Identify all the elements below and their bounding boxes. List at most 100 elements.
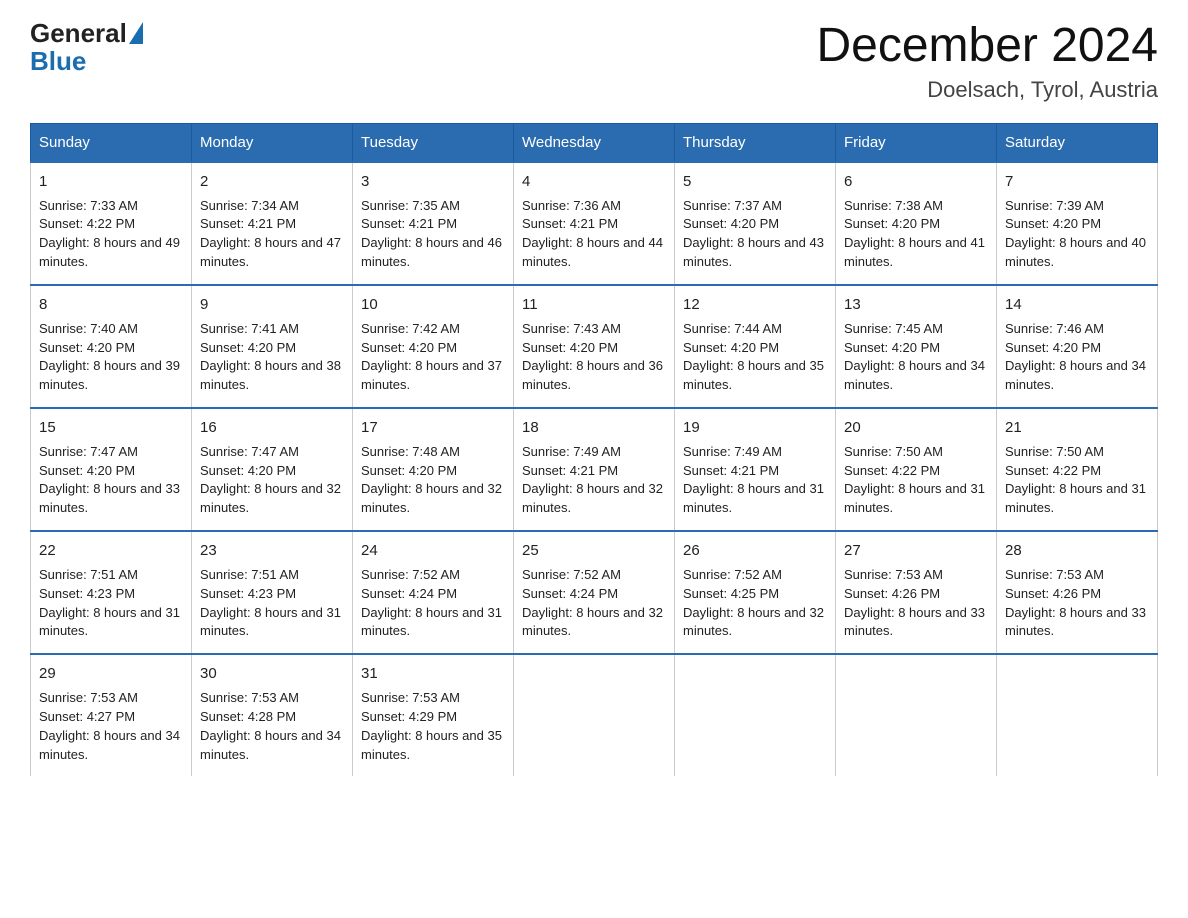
day-info: Sunrise: 7:44 AMSunset: 4:20 PMDaylight:…: [683, 320, 827, 395]
header-saturday: Saturday: [997, 123, 1158, 162]
day-number: 17: [361, 417, 505, 439]
calendar-cell-17: 17Sunrise: 7:48 AMSunset: 4:20 PMDayligh…: [353, 408, 514, 531]
calendar-cell-1: 1 Sunrise: 7:33 AMSunset: 4:22 PMDaylight…: [31, 162, 192, 285]
logo: General Blue: [30, 20, 145, 77]
calendar-cell-27: 27 Sunrise: 7:53 AMSunset: 4:26 PMDayligh…: [836, 531, 997, 654]
week-row-3: 15 Sunrise: 7:47 AMSunset: 4:20 PMDayligh…: [31, 408, 1158, 531]
day-number: 28: [1005, 540, 1149, 562]
calendar-cell-empty: [997, 654, 1158, 776]
day-number: 29: [39, 663, 183, 685]
calendar-cell-19: 19 Sunrise: 7:49 AMSunset: 4:21 PMDayligh…: [675, 408, 836, 531]
calendar-cell-12: 12Sunrise: 7:44 AMSunset: 4:20 PMDayligh…: [675, 285, 836, 408]
day-info: Sunrise: 7:36 AMSunset: 4:21 PMDaylight:…: [522, 197, 666, 272]
day-number: 26: [683, 540, 827, 562]
day-number: 19: [683, 417, 827, 439]
calendar-cell-8: 8 Sunrise: 7:40 AMSunset: 4:20 PMDaylight…: [31, 285, 192, 408]
day-number: 9: [200, 294, 344, 316]
week-row-4: 22 Sunrise: 7:51 AMSunset: 4:23 PMDayligh…: [31, 531, 1158, 654]
calendar-cell-24: 24 Sunrise: 7:52 AMSunset: 4:24 PMDayligh…: [353, 531, 514, 654]
day-info: Sunrise: 7:42 AMSunset: 4:20 PMDaylight:…: [361, 320, 505, 395]
day-number: 11: [522, 294, 666, 316]
day-info: Sunrise: 7:50 AMSunset: 4:22 PMDaylight:…: [1005, 443, 1149, 518]
day-info: Sunrise: 7:43 AMSunset: 4:20 PMDaylight:…: [522, 320, 666, 395]
day-info: Sunrise: 7:53 AMSunset: 4:26 PMDaylight:…: [844, 566, 988, 641]
day-number: 27: [844, 540, 988, 562]
day-number: 1: [39, 171, 183, 193]
calendar-cell-13: 13 Sunrise: 7:45 AMSunset: 4:20 PMDayligh…: [836, 285, 997, 408]
day-number: 4: [522, 171, 666, 193]
day-info: Sunrise: 7:41 AMSunset: 4:20 PMDaylight:…: [200, 320, 344, 395]
day-info: Sunrise: 7:53 AMSunset: 4:27 PMDaylight:…: [39, 689, 183, 764]
header-sunday: Sunday: [31, 123, 192, 162]
page-header: General Blue December 2024 Doelsach, Tyr…: [30, 20, 1158, 103]
day-number: 23: [200, 540, 344, 562]
calendar-cell-25: 25Sunrise: 7:52 AMSunset: 4:24 PMDayligh…: [514, 531, 675, 654]
day-info: Sunrise: 7:45 AMSunset: 4:20 PMDaylight:…: [844, 320, 988, 395]
day-number: 18: [522, 417, 666, 439]
day-number: 8: [39, 294, 183, 316]
calendar-cell-22: 22 Sunrise: 7:51 AMSunset: 4:23 PMDayligh…: [31, 531, 192, 654]
logo-text: General: [30, 20, 145, 46]
day-number: 30: [200, 663, 344, 685]
calendar-cell-18: 18 Sunrise: 7:49 AMSunset: 4:21 PMDayligh…: [514, 408, 675, 531]
title-block: December 2024 Doelsach, Tyrol, Austria: [816, 20, 1158, 103]
day-info: Sunrise: 7:39 AMSunset: 4:20 PMDaylight:…: [1005, 197, 1149, 272]
header-thursday: Thursday: [675, 123, 836, 162]
calendar-cell-23: 23 Sunrise: 7:51 AMSunset: 4:23 PMDayligh…: [192, 531, 353, 654]
header-row: SundayMondayTuesdayWednesdayThursdayFrid…: [31, 123, 1158, 162]
day-number: 15: [39, 417, 183, 439]
calendar-cell-30: 30Sunrise: 7:53 AMSunset: 4:28 PMDayligh…: [192, 654, 353, 776]
day-info: Sunrise: 7:40 AMSunset: 4:20 PMDaylight:…: [39, 320, 183, 395]
logo-blue: Blue: [30, 46, 86, 77]
calendar-cell-4: 4 Sunrise: 7:36 AMSunset: 4:21 PMDaylight…: [514, 162, 675, 285]
calendar-cell-10: 10 Sunrise: 7:42 AMSunset: 4:20 PMDayligh…: [353, 285, 514, 408]
week-row-5: 29 Sunrise: 7:53 AMSunset: 4:27 PMDayligh…: [31, 654, 1158, 776]
calendar-cell-29: 29 Sunrise: 7:53 AMSunset: 4:27 PMDayligh…: [31, 654, 192, 776]
header-tuesday: Tuesday: [353, 123, 514, 162]
calendar-cell-7: 7 Sunrise: 7:39 AMSunset: 4:20 PMDaylight…: [997, 162, 1158, 285]
calendar-cell-16: 16 Sunrise: 7:47 AMSunset: 4:20 PMDayligh…: [192, 408, 353, 531]
day-number: 5: [683, 171, 827, 193]
day-number: 24: [361, 540, 505, 562]
calendar-cell-28: 28 Sunrise: 7:53 AMSunset: 4:26 PMDayligh…: [997, 531, 1158, 654]
day-number: 10: [361, 294, 505, 316]
day-number: 13: [844, 294, 988, 316]
day-info: Sunrise: 7:33 AMSunset: 4:22 PMDaylight:…: [39, 197, 183, 272]
calendar-cell-5: 5 Sunrise: 7:37 AMSunset: 4:20 PMDaylight…: [675, 162, 836, 285]
day-info: Sunrise: 7:37 AMSunset: 4:20 PMDaylight:…: [683, 197, 827, 272]
header-monday: Monday: [192, 123, 353, 162]
day-info: Sunrise: 7:52 AMSunset: 4:24 PMDaylight:…: [361, 566, 505, 641]
header-wednesday: Wednesday: [514, 123, 675, 162]
day-number: 25: [522, 540, 666, 562]
logo-triangle-icon: [129, 22, 143, 44]
day-info: Sunrise: 7:34 AMSunset: 4:21 PMDaylight:…: [200, 197, 344, 272]
day-info: Sunrise: 7:47 AMSunset: 4:20 PMDaylight:…: [200, 443, 344, 518]
calendar-cell-3: 3Sunrise: 7:35 AMSunset: 4:21 PMDaylight…: [353, 162, 514, 285]
day-number: 6: [844, 171, 988, 193]
calendar-header: SundayMondayTuesdayWednesdayThursdayFrid…: [31, 123, 1158, 162]
calendar-cell-15: 15Sunrise: 7:47 AMSunset: 4:20 PMDayligh…: [31, 408, 192, 531]
calendar-cell-empty: [675, 654, 836, 776]
page-title: December 2024: [816, 20, 1158, 73]
day-info: Sunrise: 7:53 AMSunset: 4:29 PMDaylight:…: [361, 689, 505, 764]
calendar-cell-9: 9 Sunrise: 7:41 AMSunset: 4:20 PMDaylight…: [192, 285, 353, 408]
week-row-1: 1 Sunrise: 7:33 AMSunset: 4:22 PMDaylight…: [31, 162, 1158, 285]
day-number: 20: [844, 417, 988, 439]
calendar-cell-11: 11 Sunrise: 7:43 AMSunset: 4:20 PMDayligh…: [514, 285, 675, 408]
day-number: 7: [1005, 171, 1149, 193]
day-info: Sunrise: 7:52 AMSunset: 4:25 PMDaylight:…: [683, 566, 827, 641]
day-info: Sunrise: 7:51 AMSunset: 4:23 PMDaylight:…: [200, 566, 344, 641]
day-info: Sunrise: 7:49 AMSunset: 4:21 PMDaylight:…: [683, 443, 827, 518]
day-info: Sunrise: 7:49 AMSunset: 4:21 PMDaylight:…: [522, 443, 666, 518]
calendar-body: 1 Sunrise: 7:33 AMSunset: 4:22 PMDaylight…: [31, 162, 1158, 777]
day-info: Sunrise: 7:53 AMSunset: 4:26 PMDaylight:…: [1005, 566, 1149, 641]
day-number: 22: [39, 540, 183, 562]
day-number: 31: [361, 663, 505, 685]
day-info: Sunrise: 7:51 AMSunset: 4:23 PMDaylight:…: [39, 566, 183, 641]
day-number: 16: [200, 417, 344, 439]
header-friday: Friday: [836, 123, 997, 162]
day-number: 2: [200, 171, 344, 193]
calendar-cell-21: 21Sunrise: 7:50 AMSunset: 4:22 PMDayligh…: [997, 408, 1158, 531]
day-number: 14: [1005, 294, 1149, 316]
calendar-cell-14: 14Sunrise: 7:46 AMSunset: 4:20 PMDayligh…: [997, 285, 1158, 408]
